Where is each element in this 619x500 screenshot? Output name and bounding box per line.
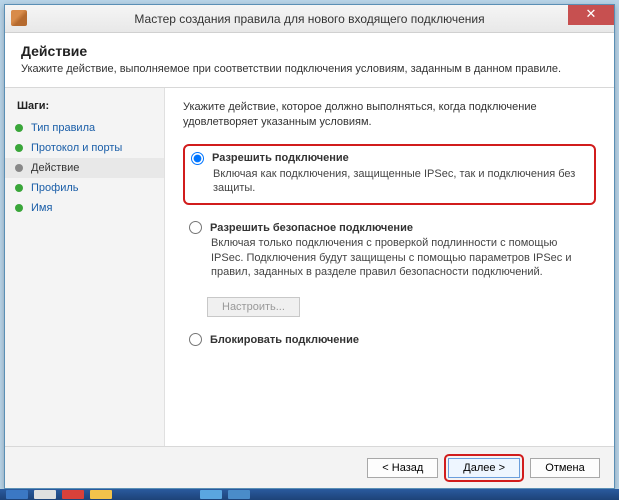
bullet-icon xyxy=(15,164,23,172)
radio-block[interactable] xyxy=(189,333,202,346)
option-title: Блокировать подключение xyxy=(210,334,359,346)
wizard-footer: < Назад Далее > Отмена xyxy=(5,446,614,488)
cancel-button[interactable]: Отмена xyxy=(530,458,600,478)
bullet-icon xyxy=(15,184,23,192)
start-icon[interactable] xyxy=(6,490,28,499)
configure-button: Настроить... xyxy=(207,297,300,317)
option-title: Разрешить подключение xyxy=(212,152,349,164)
steps-sidebar: Шаги: Тип правила Протокол и порты Дейст… xyxy=(5,88,165,448)
next-button[interactable]: Далее > xyxy=(448,458,520,478)
bullet-icon xyxy=(15,204,23,212)
back-button[interactable]: < Назад xyxy=(367,458,438,478)
step-label: Имя xyxy=(31,202,52,214)
titlebar: Мастер создания правила для нового входя… xyxy=(5,5,614,33)
option-allow-secure: Разрешить безопасное подключение Включая… xyxy=(183,215,596,287)
taskbar-app-icon[interactable] xyxy=(34,490,56,499)
step-label: Протокол и порты xyxy=(31,142,122,154)
step-profile[interactable]: Профиль xyxy=(5,178,164,198)
taskbar xyxy=(0,489,619,500)
radio-allow-secure[interactable] xyxy=(189,221,202,234)
configure-row: Настроить... xyxy=(207,297,596,317)
option-block: Блокировать подключение xyxy=(183,327,596,354)
radio-allow[interactable] xyxy=(191,152,204,165)
step-name[interactable]: Имя xyxy=(5,198,164,218)
option-allow-connection: Разрешить подключение Включая как подклю… xyxy=(183,144,596,206)
option-title: Разрешить безопасное подключение xyxy=(210,222,413,234)
step-label: Тип правила xyxy=(31,122,95,134)
option-desc: Включая как подключения, защищенные IPSe… xyxy=(213,167,586,196)
page-subtitle: Укажите действие, выполняемое при соотве… xyxy=(21,63,598,75)
page-header: Действие Укажите действие, выполняемое п… xyxy=(5,33,614,88)
wizard-body: Шаги: Тип правила Протокол и порты Дейст… xyxy=(5,88,614,448)
taskbar-app-icon[interactable] xyxy=(62,490,84,499)
step-rule-type[interactable]: Тип правила xyxy=(5,118,164,138)
bullet-icon xyxy=(15,124,23,132)
close-button[interactable]: ✕ xyxy=(568,5,614,25)
main-content: Укажите действие, которое должно выполня… xyxy=(165,88,614,448)
taskbar-app-icon[interactable] xyxy=(228,490,250,499)
intro-text: Укажите действие, которое должно выполня… xyxy=(183,100,596,130)
page-title: Действие xyxy=(21,43,598,59)
wizard-window: Мастер создания правила для нового входя… xyxy=(4,4,615,489)
option-desc: Включая только подключения с проверкой п… xyxy=(211,236,588,279)
window-title: Мастер создания правила для нового входя… xyxy=(134,12,484,26)
steps-heading: Шаги: xyxy=(5,98,164,118)
step-action[interactable]: Действие xyxy=(5,158,164,178)
taskbar-app-icon[interactable] xyxy=(200,490,222,499)
step-label: Действие xyxy=(31,162,79,174)
step-label: Профиль xyxy=(31,182,79,194)
bullet-icon xyxy=(15,144,23,152)
taskbar-app-icon[interactable] xyxy=(90,490,112,499)
next-highlight: Далее > xyxy=(444,454,524,482)
firewall-icon xyxy=(11,10,27,26)
step-protocol-ports[interactable]: Протокол и порты xyxy=(5,138,164,158)
